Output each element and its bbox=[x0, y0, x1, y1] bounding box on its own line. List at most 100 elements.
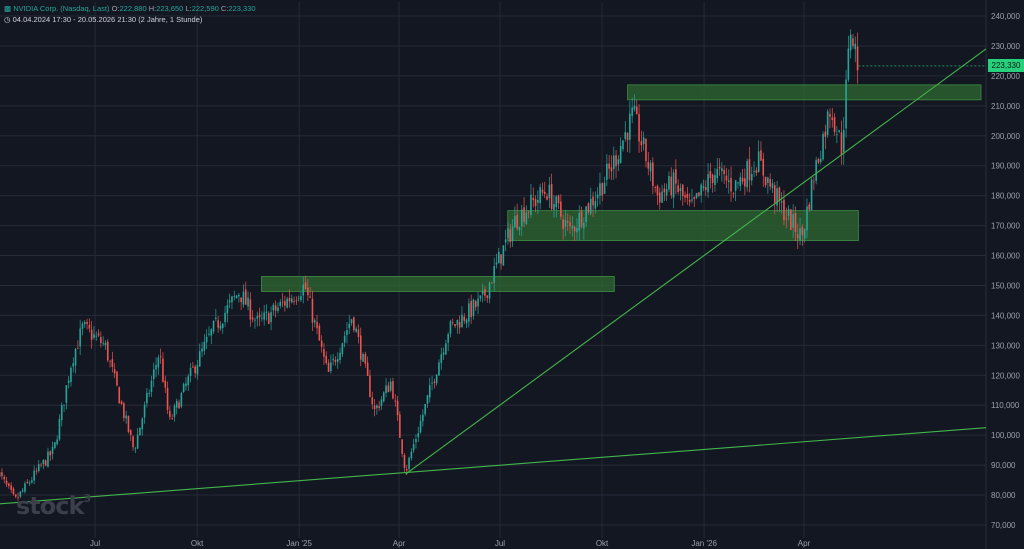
y-tick-label: 110,000 bbox=[991, 401, 1020, 410]
candle-body bbox=[339, 352, 341, 360]
candle-body bbox=[819, 158, 822, 163]
candle-body bbox=[721, 168, 723, 172]
candle-body bbox=[148, 393, 150, 394]
y-tick-label: 100,000 bbox=[991, 431, 1020, 440]
candle-body bbox=[313, 320, 316, 323]
open-value: 222,880 bbox=[119, 4, 147, 13]
candle-body bbox=[748, 159, 751, 181]
candle-body bbox=[104, 342, 107, 346]
candle-body bbox=[599, 183, 601, 196]
candle-body bbox=[629, 113, 631, 140]
candle-body bbox=[93, 334, 95, 338]
candle-body bbox=[484, 289, 486, 296]
candle-body bbox=[681, 184, 684, 196]
candle-body bbox=[693, 197, 696, 199]
candle-body bbox=[615, 155, 617, 167]
candle-body bbox=[580, 211, 583, 227]
candle-body bbox=[86, 321, 88, 324]
candle-body bbox=[164, 380, 167, 388]
candle-body bbox=[387, 385, 390, 393]
candle-body bbox=[136, 434, 139, 449]
last-price-tag: 223,330 bbox=[988, 59, 1024, 73]
candle-body bbox=[854, 43, 857, 50]
candle-body bbox=[189, 367, 192, 377]
candle-body bbox=[47, 451, 49, 467]
candle-body bbox=[346, 330, 348, 335]
candle-body bbox=[842, 130, 845, 152]
high-value: 223,650 bbox=[156, 4, 184, 13]
candle-body bbox=[162, 358, 164, 382]
candle-body bbox=[829, 113, 831, 117]
candle-body bbox=[596, 194, 599, 199]
candle-body bbox=[514, 216, 516, 228]
candle-body bbox=[824, 131, 827, 137]
range-header: ◷ 04.04.2024 17:30 - 20.05.2026 21:30 (2… bbox=[4, 15, 202, 24]
candle-body bbox=[31, 480, 33, 483]
candle-body bbox=[166, 387, 169, 410]
candle-body bbox=[500, 254, 502, 264]
candle-body bbox=[309, 296, 311, 298]
candle-body bbox=[267, 313, 270, 324]
candle-body bbox=[155, 365, 157, 370]
price-chart[interactable]: 240,000 230,000 220,000 210,000 200,000 190,0… bbox=[0, 0, 1024, 549]
candle-body bbox=[663, 188, 666, 193]
candle-body bbox=[410, 451, 413, 459]
candle-body bbox=[440, 354, 443, 363]
candle-body bbox=[238, 294, 240, 297]
candle-body bbox=[520, 209, 523, 227]
candle-body bbox=[28, 482, 31, 484]
candle-body bbox=[619, 146, 622, 163]
candle-body bbox=[288, 297, 291, 302]
candle-body bbox=[773, 185, 776, 203]
candle-body bbox=[194, 366, 196, 374]
candle-body bbox=[564, 219, 567, 227]
candle-body bbox=[737, 182, 739, 184]
candle-body bbox=[70, 367, 72, 382]
candle-body bbox=[780, 201, 783, 203]
candle-body bbox=[279, 302, 282, 306]
candle-body bbox=[656, 185, 659, 196]
candle-body bbox=[530, 194, 532, 216]
candle-body bbox=[493, 265, 495, 284]
candle-body bbox=[537, 200, 539, 203]
candle-body bbox=[3, 476, 6, 480]
x-tick-label: Okt bbox=[191, 539, 204, 548]
y-tick-label: 200,000 bbox=[991, 132, 1020, 141]
candle-body bbox=[470, 300, 472, 318]
candle-body bbox=[479, 295, 482, 299]
x-tick-label: Apr bbox=[798, 539, 811, 548]
candle-body bbox=[445, 343, 447, 355]
candle-body bbox=[8, 483, 10, 486]
candle-body bbox=[24, 483, 26, 492]
candle-body bbox=[143, 404, 146, 418]
candle-body bbox=[509, 229, 512, 242]
candle-body bbox=[718, 166, 721, 169]
candle-body bbox=[608, 163, 610, 169]
trendline bbox=[0, 427, 987, 505]
y-tick-label: 230,000 bbox=[991, 42, 1020, 51]
candle-body bbox=[254, 319, 256, 321]
candle-body bbox=[261, 317, 263, 319]
candle-body bbox=[244, 289, 247, 305]
candle-body bbox=[249, 299, 252, 320]
candle-body bbox=[686, 194, 689, 198]
y-tick-label: 240,000 bbox=[991, 12, 1020, 21]
candle-body bbox=[192, 366, 194, 368]
y-tick-label: 130,000 bbox=[991, 341, 1020, 350]
candle-body bbox=[507, 228, 509, 238]
candle-body bbox=[355, 328, 357, 332]
candle-body bbox=[258, 314, 261, 318]
symbol-icon: ▩ bbox=[4, 4, 12, 13]
candle-body bbox=[26, 481, 29, 483]
candle-body bbox=[569, 222, 571, 227]
candle-body bbox=[396, 400, 399, 416]
candle-body bbox=[332, 358, 334, 361]
candle-body bbox=[58, 418, 61, 440]
candle-body bbox=[240, 297, 242, 303]
candle-body bbox=[56, 439, 58, 445]
candle-body bbox=[504, 239, 507, 243]
price-zone bbox=[261, 276, 615, 292]
candle-body bbox=[808, 204, 811, 210]
candle-body bbox=[180, 393, 183, 407]
candle-body bbox=[270, 312, 272, 323]
